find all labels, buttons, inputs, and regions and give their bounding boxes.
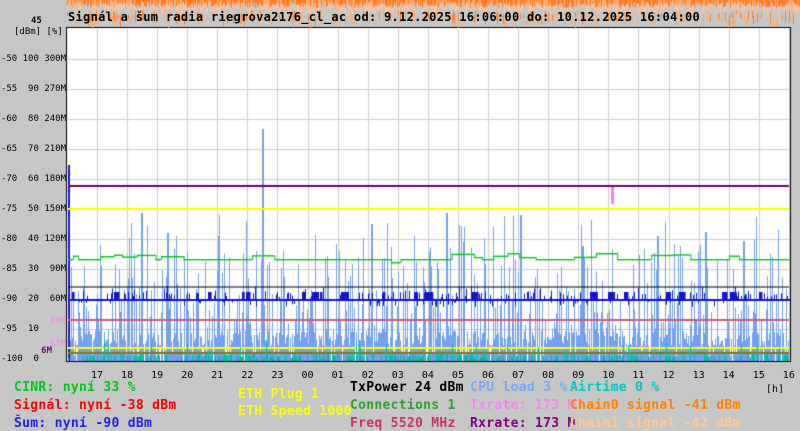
x-tick-label: 01 xyxy=(331,370,344,381)
legend-freq: Freq 5520 MHz xyxy=(350,416,456,431)
legend-eth-plug: ETH Plug 1 xyxy=(238,387,320,402)
y-tick-label: -80 40 120M xyxy=(0,233,66,244)
x-tick-label: 14 xyxy=(722,370,735,381)
x-tick-label: 06 xyxy=(482,370,495,381)
y-tick-label: -100 0 xyxy=(0,353,66,364)
x-tick-label: 19 xyxy=(151,370,164,381)
x-tick-label: 15 xyxy=(752,370,765,381)
y-tick-label: -70 60 180M xyxy=(0,173,66,184)
page-title: Signál a šum radia riegrova2176_cl_ac od… xyxy=(68,10,701,24)
legend-rxrate: Rxrate: 173 M xyxy=(470,416,576,431)
legend-chain0: Chain0 signal -41 dBm xyxy=(570,398,741,413)
legend-txpower: TxPower 24 dBm xyxy=(350,380,464,395)
x-tick-label: 07 xyxy=(512,370,525,381)
x-tick-label: 13 xyxy=(692,370,705,381)
x-tick-label: 03 xyxy=(391,370,404,381)
legend-chain1: Chain1 signal -42 dBm xyxy=(570,416,741,431)
x-tick-label: 23 xyxy=(271,370,284,381)
x-tick-label: 09 xyxy=(572,370,585,381)
signal-noise-graph: Signál a šum radia riegrova2176_cl_ac od… xyxy=(0,0,800,431)
y-tick-label: -65 70 210M xyxy=(0,143,66,154)
legend-eth-speed: ETH Speed 1000 xyxy=(238,404,352,419)
legend-connections: Connections 1 xyxy=(350,398,456,413)
x-tick-label: 08 xyxy=(542,370,555,381)
x-tick-label: 02 xyxy=(361,370,374,381)
x-axis-unit-label: [h] xyxy=(766,384,785,395)
x-tick-label: 16 xyxy=(782,370,795,381)
y-tick-label: -85 30 90M xyxy=(0,263,66,274)
legend-airtime: Airtime 0 % xyxy=(570,380,660,395)
legend-noise: Šum: nyní -90 dBm xyxy=(14,416,153,431)
x-tick-label: 17 xyxy=(90,370,104,381)
y-tick-label: -75 50 150M xyxy=(0,203,66,214)
x-tick-label: 12 xyxy=(662,370,675,381)
legend-cinr: CINR: nyní 33 % xyxy=(14,380,136,395)
x-tick-label: 05 xyxy=(451,370,464,381)
x-tick-label: 18 xyxy=(121,370,134,381)
chart-canvas xyxy=(0,0,800,430)
legend-cpu-load: CPU load 3 % xyxy=(470,380,568,395)
y-tick-label: -90 20 60M xyxy=(0,293,66,304)
legend-signal: Signál: nyní -38 dBm xyxy=(14,398,177,413)
x-tick-label: 21 xyxy=(211,370,224,381)
x-tick-label: 22 xyxy=(241,370,254,381)
y-axis-top-value: 45 xyxy=(31,16,42,26)
y-tick-label: -60 80 240M xyxy=(0,113,66,124)
y-tick-label: -95 10 xyxy=(0,323,66,334)
x-tick-label: 11 xyxy=(632,370,645,381)
y-tick-label: -50 100 300M xyxy=(0,53,66,64)
x-tick-label: 10 xyxy=(602,370,615,381)
x-tick-label: 20 xyxy=(181,370,194,381)
x-tick-label: 00 xyxy=(301,370,314,381)
legend-txrate: Txrate: 173 M xyxy=(470,398,576,413)
y-axis-unit-label: [dBm] [%] xyxy=(14,27,63,37)
y-tick-label: -55 90 270M xyxy=(0,83,66,94)
x-tick-label: 04 xyxy=(421,370,434,381)
